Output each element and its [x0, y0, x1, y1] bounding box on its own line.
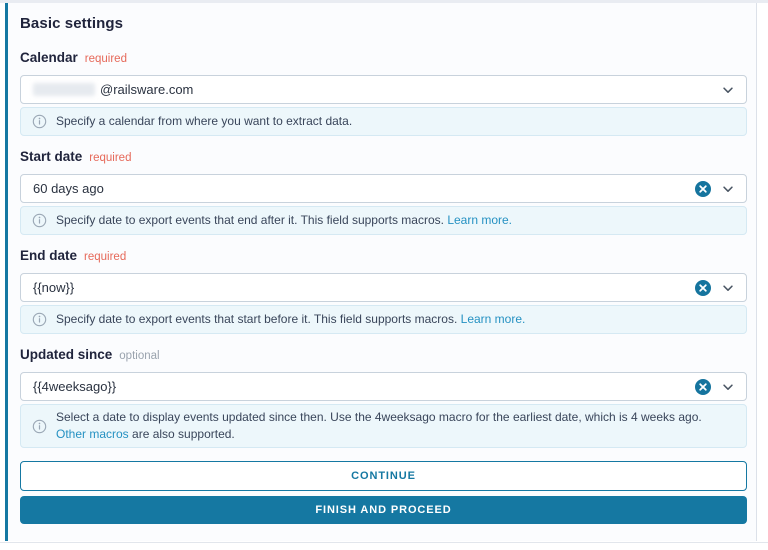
required-badge: required — [84, 53, 127, 65]
info-icon — [32, 213, 47, 228]
bottom-divider — [0, 542, 768, 543]
field-start-date: Start date required 60 days ago Specify … — [20, 149, 747, 235]
learn-more-link[interactable]: Learn more. — [461, 312, 526, 326]
other-macros-link[interactable]: Other macros — [56, 427, 129, 441]
continue-button[interactable]: CONTINUE — [20, 461, 747, 491]
end-date-value: {{now}} — [33, 280, 75, 295]
updated-since-value: {{4weeksago}} — [33, 379, 117, 394]
end-date-hint: Specify date to export events that start… — [20, 305, 747, 334]
form-actions: CONTINUE FINISH AND PROCEED — [20, 461, 747, 524]
updated-since-combobox[interactable]: {{4weeksago}} — [20, 372, 747, 401]
calendar-label: Calendar — [20, 50, 78, 65]
start-date-label: Start date — [20, 149, 83, 164]
field-end-date: End date required {{now}} Specify date t… — [20, 248, 747, 334]
required-badge: required — [84, 251, 127, 263]
field-calendar: Calendar required @railsware.com Specify… — [20, 50, 747, 136]
chevron-down-icon[interactable] — [721, 380, 735, 394]
start-date-value: 60 days ago — [33, 181, 104, 196]
chevron-down-icon[interactable] — [721, 83, 735, 97]
calendar-hint: Specify a calendar from where you want t… — [20, 107, 747, 136]
learn-more-link[interactable]: Learn more. — [447, 213, 512, 227]
basic-settings-panel: Basic settings Calendar required @railsw… — [5, 3, 757, 541]
info-icon — [32, 419, 47, 433]
clear-icon[interactable] — [694, 180, 712, 198]
updated-since-label: Updated since — [20, 347, 113, 362]
end-date-label: End date — [20, 248, 78, 263]
field-updated-since: Updated since optional {{4weeksago}} Sel… — [20, 347, 747, 448]
info-icon — [32, 312, 47, 327]
chevron-down-icon[interactable] — [721, 182, 735, 196]
finish-and-proceed-button[interactable]: FINISH AND PROCEED — [20, 496, 747, 524]
updated-since-hint: Select a date to display events updated … — [20, 404, 747, 448]
section-title: Basic settings — [20, 15, 124, 32]
clear-icon[interactable] — [694, 279, 712, 297]
redacted-email-prefix — [33, 83, 95, 96]
start-date-combobox[interactable]: 60 days ago — [20, 174, 747, 203]
required-badge: required — [89, 152, 132, 164]
calendar-select[interactable]: @railsware.com — [20, 75, 747, 104]
clear-icon[interactable] — [694, 378, 712, 396]
end-date-combobox[interactable]: {{now}} — [20, 273, 747, 302]
optional-badge: optional — [119, 350, 160, 362]
start-date-hint: Specify date to export events that end a… — [20, 206, 747, 235]
chevron-down-icon[interactable] — [721, 281, 735, 295]
calendar-select-value: @railsware.com — [100, 82, 194, 97]
info-icon — [32, 114, 47, 129]
